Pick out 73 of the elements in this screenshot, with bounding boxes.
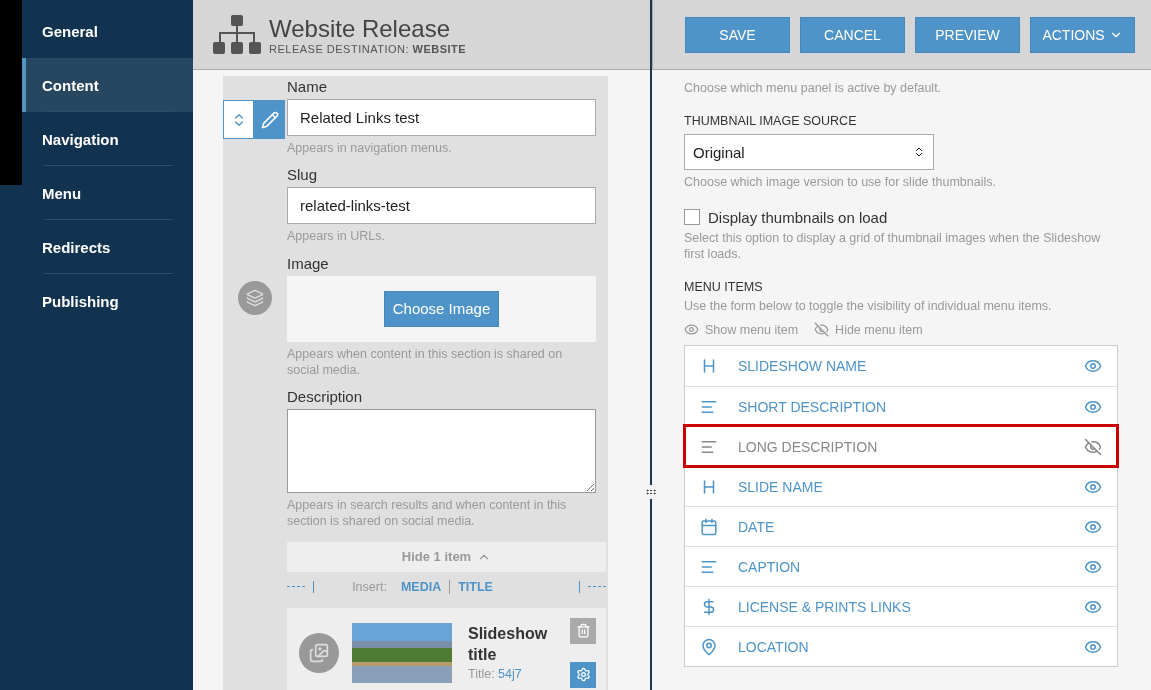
menu-item-label: DATE — [738, 518, 776, 535]
field-hint: Appears in URLs. — [287, 228, 386, 245]
reorder-button[interactable] — [223, 100, 254, 139]
menu-item-row[interactable]: LICENSE & PRINTS LINKS — [685, 586, 1117, 627]
edit-button[interactable] — [254, 100, 285, 139]
insert-label: Insert: — [352, 579, 387, 594]
menu-item-row[interactable]: SHORT DESCRIPTION — [685, 386, 1117, 427]
thumbnail-source-select[interactable]: Original — [684, 134, 934, 171]
calendar-icon — [700, 517, 718, 536]
trash-icon — [575, 623, 591, 638]
checkbox[interactable] — [684, 209, 700, 225]
layers-icon — [238, 281, 272, 315]
slide-meta: Title: 54j7 — [468, 667, 523, 682]
menu-item-label: LICENSE & PRINTS LINKS — [738, 598, 912, 615]
sidebar-item[interactable]: Content — [22, 58, 193, 112]
eye-off-icon — [814, 322, 830, 338]
field-hint: Select this option to display a grid of thumbnail images when the Slideshow first loads. — [684, 229, 1102, 262]
sidebar-item[interactable]: General — [22, 4, 193, 58]
eye-off-icon[interactable] — [1084, 437, 1102, 456]
toolbar-button[interactable]: SAVE — [685, 16, 790, 53]
menu-item-row[interactable]: SLIDE NAME — [685, 466, 1117, 507]
menu-item-label: SLIDESHOW NAME — [738, 358, 868, 375]
sidebar-item[interactable]: Navigation — [22, 112, 193, 166]
insert-link[interactable]: TITLE — [458, 579, 493, 594]
description-textarea[interactable] — [287, 409, 596, 493]
menu-item-row[interactable]: LOCATION — [685, 626, 1117, 667]
field-hint: Appears in navigation menus. — [287, 140, 453, 157]
menu-item-label: LONG DESCRIPTION — [738, 438, 879, 455]
legend-label: Show menu item — [705, 322, 799, 337]
toolbar-button[interactable]: ACTIONS — [1030, 16, 1135, 53]
gear-icon — [575, 667, 591, 682]
toolbar-button[interactable]: PREVIEW — [915, 16, 1020, 53]
images-icon — [299, 632, 339, 673]
field-label: THUMBNAIL IMAGE SOURCE — [684, 114, 858, 129]
choose-image-button[interactable]: Choose Image — [383, 290, 500, 327]
field-hint: Use the form below to toggle the visibility of individual menu items. — [684, 298, 1053, 315]
sidebar-item[interactable]: Redirects — [22, 220, 193, 274]
map-pin-icon — [700, 637, 718, 656]
menu-item-row[interactable]: DATE — [685, 506, 1117, 547]
release-destination: RELEASE DESTINATION: WEBSITE — [269, 42, 467, 55]
field-hint: Choose which image version to use for slide thumbnails. — [684, 174, 997, 191]
menu-item-label: SHORT DESCRIPTION — [738, 398, 888, 415]
insert-link[interactable]: MEDIA — [400, 579, 442, 594]
settings-button[interactable] — [570, 661, 596, 688]
sitemap-icon — [213, 14, 261, 55]
menu-item-label: LOCATION — [738, 638, 810, 655]
name-input[interactable]: Related Links test — [287, 99, 596, 136]
field-hint: Choose which menu panel is active by default. — [684, 80, 943, 97]
pencil-icon — [260, 110, 279, 129]
field-hint: Appears when content in this section is shared on social media. — [287, 345, 564, 378]
menu-item-row[interactable]: CAPTION — [685, 546, 1117, 587]
menu-item-row[interactable]: SLIDESHOW NAME — [685, 346, 1117, 387]
menu-item-label: SLIDE NAME — [738, 478, 824, 495]
release-title: Website Release — [269, 14, 451, 43]
collapse-toggle[interactable]: Hide 1 item — [287, 541, 606, 572]
eye-icon — [684, 322, 699, 338]
up-down-icon — [913, 146, 925, 159]
delete-button[interactable] — [570, 617, 596, 644]
menu-item-label: CAPTION — [738, 558, 802, 575]
menu-item-row[interactable]: LONG DESCRIPTION — [685, 426, 1117, 467]
legend-label: Hide menu item — [835, 322, 923, 337]
sidebar-item[interactable]: Publishing — [22, 274, 193, 328]
field-label: Name — [287, 78, 328, 95]
field-label: Slug — [287, 166, 319, 184]
sidebar-item[interactable]: Menu — [22, 166, 193, 220]
slide-title: Slideshow title — [468, 623, 549, 665]
field-label: Description — [287, 388, 364, 405]
toolbar-button[interactable]: CANCEL — [800, 16, 905, 53]
checkbox-label: Display thumbnails on load — [708, 208, 888, 226]
field-hint: Appears in search results and when content in this section is shared on social media. — [287, 497, 568, 530]
slug-input[interactable]: related-links-test — [287, 187, 596, 225]
section-label: MENU ITEMS — [684, 280, 764, 294]
field-label: Image — [287, 254, 330, 272]
